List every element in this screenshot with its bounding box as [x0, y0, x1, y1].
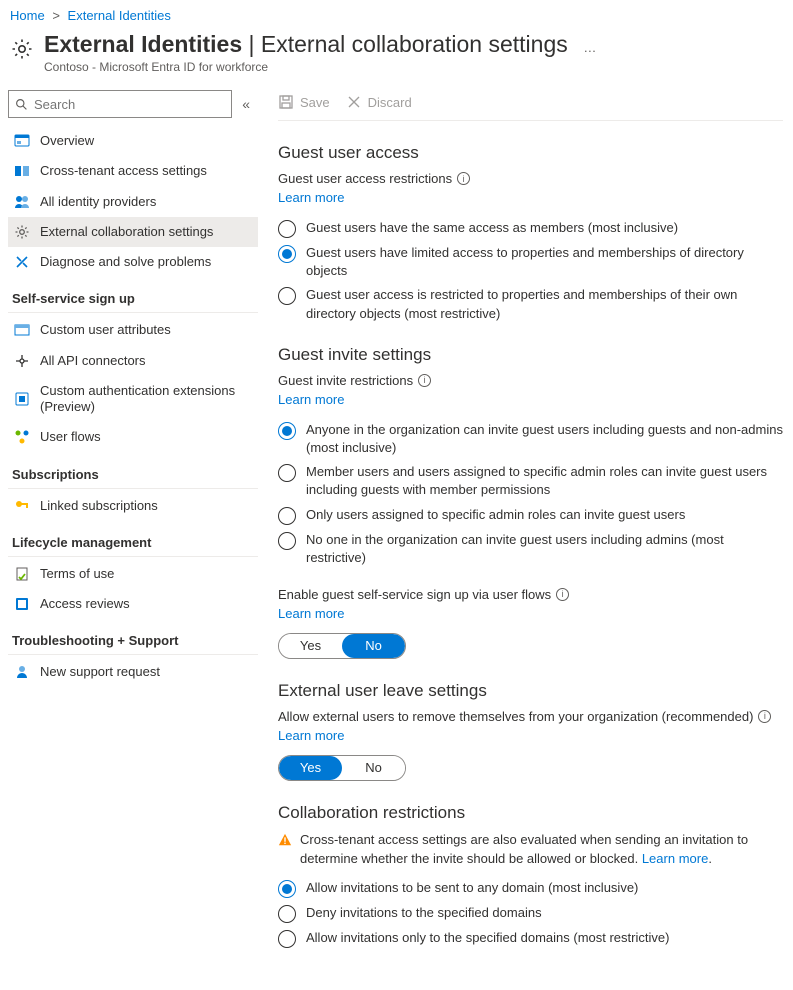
sidebar-group-selfservice: Self-service sign up	[8, 277, 258, 313]
page-header: External Identities | External collabora…	[0, 27, 793, 84]
more-button[interactable]: …	[583, 30, 597, 55]
org-line: Contoso - Microsoft Entra ID for workfor…	[44, 60, 783, 74]
info-icon[interactable]: i	[758, 710, 771, 723]
access-reviews-icon	[14, 596, 30, 612]
search-icon	[15, 98, 28, 111]
leave-label: Allow external users to remove themselve…	[278, 709, 783, 724]
info-icon[interactable]: i	[457, 172, 470, 185]
collab-warning: Cross-tenant access settings are also ev…	[278, 831, 783, 869]
radio-guest-access-inclusive[interactable]: Guest users have the same access as memb…	[278, 219, 783, 238]
sidebar-group-lifecycle: Lifecycle management	[8, 521, 258, 557]
idp-icon	[14, 194, 30, 210]
info-icon[interactable]: i	[418, 374, 431, 387]
radio-collab-allow-any[interactable]: Allow invitations to be sent to any doma…	[278, 879, 783, 898]
section-invite-title: Guest invite settings	[278, 345, 783, 365]
discard-icon	[346, 94, 362, 110]
learn-more-invite[interactable]: Learn more	[278, 392, 344, 407]
save-button[interactable]: Save	[278, 94, 330, 110]
radio-invite-members[interactable]: Member users and users assigned to speci…	[278, 463, 783, 499]
radio-invite-admins[interactable]: Only users assigned to specific admin ro…	[278, 506, 783, 525]
search-input[interactable]	[8, 90, 232, 118]
toggle-no[interactable]: No	[342, 756, 405, 780]
radio-collab-deny[interactable]: Deny invitations to the specified domain…	[278, 904, 783, 923]
sidebar-item-linked-subs[interactable]: Linked subscriptions	[8, 491, 258, 521]
attributes-icon	[14, 322, 30, 338]
sidebar-item-all-idp[interactable]: All identity providers	[8, 187, 258, 217]
warning-icon	[278, 833, 292, 847]
breadcrumb: Home > External Identities	[0, 0, 793, 27]
toggle-yes[interactable]: Yes	[279, 634, 342, 658]
breadcrumb-home[interactable]: Home	[10, 8, 45, 23]
sidebar-item-api-connectors[interactable]: All API connectors	[8, 346, 258, 376]
guest-access-label: Guest user access restrictions i	[278, 171, 783, 186]
search-field[interactable]	[34, 97, 225, 112]
terms-icon	[14, 566, 30, 582]
diagnose-icon	[14, 254, 30, 270]
toggle-no[interactable]: No	[342, 634, 405, 658]
content-area: Save Discard Guest user access Guest use…	[258, 84, 793, 984]
learn-more-guest-access[interactable]: Learn more	[278, 190, 344, 205]
sidebar-item-terms[interactable]: Terms of use	[8, 559, 258, 589]
sidebar-item-overview[interactable]: Overview	[8, 126, 258, 156]
key-icon	[14, 498, 30, 514]
page-title: External Identities | External collabora…	[44, 31, 568, 57]
sidebar-item-support[interactable]: New support request	[8, 657, 258, 687]
sidebar-item-custom-attrs[interactable]: Custom user attributes	[8, 315, 258, 345]
sidebar-item-diagnose[interactable]: Diagnose and solve problems	[8, 247, 258, 277]
leave-toggle[interactable]: Yes No	[278, 755, 406, 781]
learn-more-self-service[interactable]: Learn more	[278, 606, 344, 621]
toggle-yes[interactable]: Yes	[279, 756, 342, 780]
support-icon	[14, 664, 30, 680]
self-service-toggle[interactable]: Yes No	[278, 633, 406, 659]
sidebar-item-user-flows[interactable]: User flows	[8, 422, 258, 452]
toolbar: Save Discard	[278, 90, 783, 121]
gear-icon	[10, 37, 34, 61]
gear-icon-small	[14, 224, 30, 240]
radio-invite-anyone[interactable]: Anyone in the organization can invite gu…	[278, 421, 783, 457]
learn-more-leave[interactable]: Learn more	[278, 728, 344, 743]
overview-icon	[14, 133, 30, 149]
cross-tenant-icon	[14, 163, 30, 179]
section-collab-title: Collaboration restrictions	[278, 803, 783, 823]
sidebar-item-cross-tenant[interactable]: Cross-tenant access settings	[8, 156, 258, 186]
radio-guest-access-limited[interactable]: Guest users have limited access to prope…	[278, 244, 783, 280]
discard-button[interactable]: Discard	[346, 94, 412, 110]
invite-restrictions-label: Guest invite restrictions i	[278, 373, 783, 388]
sidebar-item-custom-auth-ext[interactable]: Custom authentication extensions (Previe…	[8, 376, 258, 423]
section-leave-title: External user leave settings	[278, 681, 783, 701]
save-icon	[278, 94, 294, 110]
radio-invite-noone[interactable]: No one in the organization can invite gu…	[278, 531, 783, 567]
auth-ext-icon	[14, 391, 30, 407]
breadcrumb-external-identities[interactable]: External Identities	[68, 8, 171, 23]
radio-collab-allow-only[interactable]: Allow invitations only to the specified …	[278, 929, 783, 948]
sidebar-group-troubleshoot: Troubleshooting + Support	[8, 619, 258, 655]
learn-more-collab[interactable]: Learn more	[642, 851, 708, 866]
api-icon	[14, 353, 30, 369]
collapse-sidebar-button[interactable]: «	[242, 96, 250, 112]
breadcrumb-separator: >	[52, 8, 60, 23]
self-service-label: Enable guest self-service sign up via us…	[278, 587, 783, 602]
sidebar-group-subscriptions: Subscriptions	[8, 453, 258, 489]
radio-guest-access-restricted[interactable]: Guest user access is restricted to prope…	[278, 286, 783, 322]
sidebar-item-external-collab[interactable]: External collaboration settings	[8, 217, 258, 247]
user-flows-icon	[14, 429, 30, 445]
section-guest-access-title: Guest user access	[278, 143, 783, 163]
sidebar-item-access-reviews[interactable]: Access reviews	[8, 589, 258, 619]
sidebar: « Overview Cross-tenant access settings …	[0, 84, 258, 984]
info-icon[interactable]: i	[556, 588, 569, 601]
